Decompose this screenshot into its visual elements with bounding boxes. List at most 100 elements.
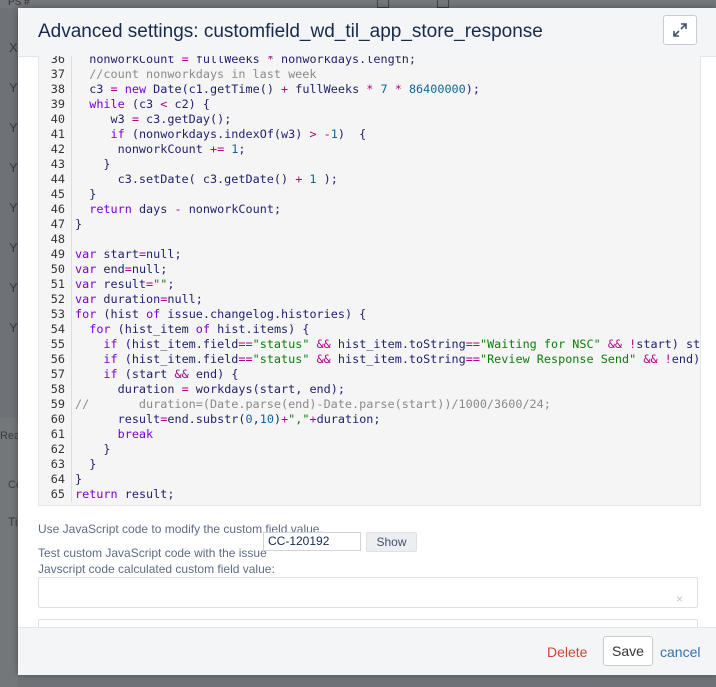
code-editor[interactable]: 36 nonworkCount = fullWeeks * nonworkday… (38, 56, 701, 506)
code-text: duration = workdays(start, end); (117, 382, 345, 396)
code-text: nonworkCount += 1; (117, 142, 246, 156)
code-line: 41 if (nonworkdays.indexOf(w3) > -1) { (39, 127, 366, 142)
background-section-label: Ti (8, 515, 18, 529)
code-text: } (75, 472, 83, 486)
background-row-label: Y (9, 280, 18, 295)
background-row-label: Y (9, 320, 18, 335)
line-number: 65 (50, 487, 65, 501)
line-number: 50 (50, 262, 65, 276)
code-text: var result=""; (75, 277, 175, 291)
code-text: } (75, 457, 97, 471)
code-line: 56 if (hist_item.field=="status" && hist… (39, 352, 701, 367)
code-line: 43 } (39, 157, 111, 172)
code-text: while (c3 < c2) { (89, 97, 210, 111)
secondary-field[interactable] (38, 619, 698, 627)
code-text: c3 = new Date(c1.getTime() + fullWeeks *… (75, 82, 480, 96)
code-line: 61 break (39, 427, 153, 442)
code-line: 42 nonworkCount += 1; (39, 142, 246, 157)
delete-button[interactable]: Delete (547, 644, 587, 660)
code-line: 44 c3.setDate( c3.getDate() + 1 ); (39, 172, 338, 187)
code-text: if (hist_item.field=="status" && hist_it… (103, 337, 701, 351)
code-line: 45 } (39, 187, 96, 202)
code-line: 55 if (hist_item.field=="status" && hist… (39, 337, 701, 352)
background-row-label: Y (9, 80, 18, 95)
save-button[interactable]: Save (603, 636, 653, 666)
background-lower-panel (0, 418, 18, 687)
code-line: 64} (39, 472, 82, 487)
line-number: 59 (50, 397, 65, 411)
code-line: 52 var duration=null; (39, 292, 203, 307)
code-text: if (start && end) { (103, 367, 239, 381)
code-line: 48 (39, 232, 75, 247)
line-number: 41 (50, 127, 65, 141)
background-checkbox (377, 0, 389, 8)
code-text: for (hist of issue.changelog.histories) … (75, 307, 367, 321)
cancel-button[interactable]: cancel (660, 644, 700, 660)
code-line: 58 duration = workdays(start, end); (39, 382, 345, 397)
code-line: 63 } (39, 457, 96, 472)
code-text: var end=null; (75, 262, 168, 276)
background-row-label: Y (9, 240, 18, 255)
code-text: w3 = c3.getDay(); (75, 112, 232, 126)
line-number: 51 (50, 277, 65, 291)
line-number: 60 (50, 412, 65, 426)
code-line: 39 while (c3 < c2) { (39, 97, 210, 112)
line-number: 44 (50, 172, 65, 186)
line-number: 62 (50, 442, 65, 456)
background-checkbox (437, 0, 449, 8)
code-text: if (hist_item.field=="status" && hist_it… (103, 352, 701, 366)
dialog-title: Advanced settings: customfield_wd_til_ap… (38, 21, 543, 42)
code-line: 59 // duration=(Date.parse(end)-Date.pars… (39, 397, 551, 412)
code-line: 62 } (39, 442, 111, 457)
line-number: 46 (50, 202, 65, 216)
code-line: 46 return days - nonworkCount; (39, 202, 281, 217)
code-line: 49 var start=null; (39, 247, 182, 262)
issue-key-input[interactable] (263, 532, 361, 551)
background-row-label: Y (9, 160, 18, 175)
line-number: 45 (50, 187, 65, 201)
line-number: 38 (50, 82, 65, 96)
line-number: 54 (50, 322, 65, 336)
code-line: 53 for (hist of issue.changelog.histories… (39, 307, 366, 322)
code-line: 38 c3 = new Date(c1.getTime() + fullWeek… (39, 82, 480, 97)
code-text: var start=null; (75, 247, 182, 261)
code-text: //count nonworkdays in last week (75, 67, 317, 81)
code-line: 36 nonworkCount = fullWeeks * nonworkday… (39, 56, 416, 67)
line-number: 55 (50, 337, 65, 351)
line-number: 49 (50, 247, 65, 261)
advanced-settings-dialog: Advanced settings: customfield_wd_til_ap… (18, 8, 716, 675)
code-line: 51 var result=""; (39, 277, 174, 292)
code-text: c3.setDate( c3.getDate() + 1 ); (75, 172, 338, 186)
background-row-label: Y (9, 120, 18, 135)
line-number: 52 (50, 292, 65, 306)
code-line: 60 result=end.substr(0,10)+","+duration; (39, 412, 381, 427)
clear-icon[interactable]: × (676, 592, 683, 606)
expand-button[interactable] (663, 15, 697, 45)
code-text: // duration=(Date.parse(end)-Date.parse(… (75, 397, 551, 411)
code-line: 47} (39, 217, 82, 232)
code-text: } (75, 217, 83, 231)
line-number: 48 (50, 232, 65, 246)
line-number: 37 (50, 67, 65, 81)
calculated-value-label: Javscript code calculated custom field v… (38, 562, 275, 576)
line-number: 36 (50, 56, 65, 66)
line-number: 40 (50, 112, 65, 126)
background-row-label: Y (9, 200, 18, 215)
calculated-value-field[interactable]: × (38, 577, 698, 608)
dialog-header: Advanced settings: customfield_wd_til_ap… (18, 8, 716, 57)
code-text: break (117, 427, 154, 441)
code-text: } (75, 187, 97, 201)
expand-icon (673, 23, 687, 37)
line-number: 64 (50, 472, 65, 486)
show-button[interactable]: Show (366, 532, 417, 552)
code-line: 65 return result; (39, 487, 174, 502)
code-text: for (hist_item of hist.items) { (89, 322, 310, 336)
background-top-strip (0, 0, 716, 8)
code-text: } (75, 157, 111, 171)
code-line: 57 if (start && end) { (39, 367, 238, 382)
background-top-label: PS # (8, 0, 30, 8)
line-number: 47 (50, 217, 65, 231)
code-text: if (nonworkdays.indexOf(w3) > -1) { (110, 127, 367, 141)
line-number: 39 (50, 97, 65, 111)
code-text: return days - nonworkCount; (89, 202, 282, 216)
